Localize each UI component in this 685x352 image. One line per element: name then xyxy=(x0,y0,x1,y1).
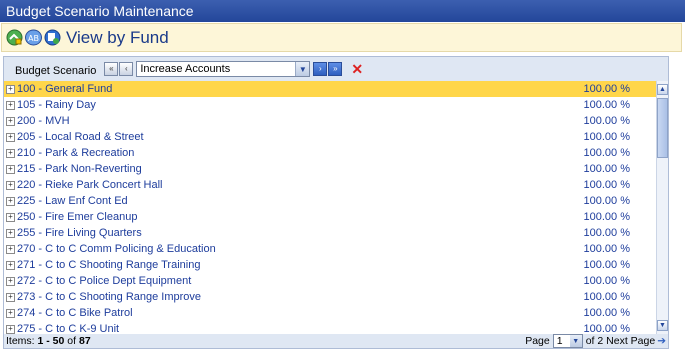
fund-percent: 100.00 % xyxy=(583,147,630,159)
view-title: View by Fund xyxy=(66,27,169,47)
view-fund-icon[interactable] xyxy=(44,29,61,46)
delete-icon[interactable]: ✕ xyxy=(351,62,363,76)
fund-percent: 100.00 % xyxy=(583,195,630,207)
fund-panel: Budget Scenario « ‹ Increase Accounts ▼ … xyxy=(3,56,669,349)
fund-percent: 100.00 % xyxy=(583,99,630,111)
grid-footer: Items: 1 - 50 of 87 Page 1 ▼ of 2 Next P… xyxy=(4,334,668,348)
scenario-select[interactable]: Increase Accounts ▼ xyxy=(136,61,311,77)
scenario-select-value: Increase Accounts xyxy=(140,63,231,75)
fund-percent: 100.00 % xyxy=(583,211,630,223)
spellcheck-icon[interactable]: AB xyxy=(25,29,42,46)
fund-name[interactable]: 220 - Rieke Park Concert Hall xyxy=(17,179,163,191)
expand-icon[interactable]: + xyxy=(6,324,15,334)
first-scenario-button[interactable]: « xyxy=(104,62,119,76)
fund-percent: 100.00 % xyxy=(583,115,630,127)
vertical-scrollbar[interactable]: ▲ ▼ xyxy=(656,81,668,334)
table-row[interactable]: +205 - Local Road & Street 100.00 % xyxy=(4,129,656,145)
expand-icon[interactable]: + xyxy=(6,116,15,126)
toolbar: AB View by Fund xyxy=(1,23,682,52)
expand-icon[interactable]: + xyxy=(6,308,15,318)
table-row[interactable]: +200 - MVH 100.00 % xyxy=(4,113,656,129)
expand-icon[interactable]: + xyxy=(6,196,15,206)
scroll-up-icon[interactable]: ▲ xyxy=(657,84,668,95)
fund-percent: 100.00 % xyxy=(583,163,630,175)
fund-name[interactable]: 250 - Fire Emer Cleanup xyxy=(17,211,137,223)
fund-grid: +100 - General Fund 100.00 % +105 - Rainy … xyxy=(4,81,668,334)
fund-percent: 100.00 % xyxy=(583,179,630,191)
chevron-down-icon[interactable]: ▼ xyxy=(569,335,582,347)
table-row[interactable]: +220 - Rieke Park Concert Hall 100.00 % xyxy=(4,177,656,193)
fund-name[interactable]: 272 - C to C Police Dept Equipment xyxy=(17,275,191,287)
table-row[interactable]: +273 - C to C Shooting Range Improve 100.… xyxy=(4,289,656,305)
table-row[interactable]: +215 - Park Non-Reverting 100.00 % xyxy=(4,161,656,177)
fund-name[interactable]: 100 - General Fund xyxy=(17,83,112,95)
fund-name[interactable]: 270 - C to C Comm Policing & Education xyxy=(17,243,216,255)
fund-name[interactable]: 273 - C to C Shooting Range Improve xyxy=(17,291,201,303)
next-scenario-button[interactable]: › xyxy=(313,62,328,76)
page-select[interactable]: 1 ▼ xyxy=(552,334,583,348)
fund-percent: 100.00 % xyxy=(583,291,630,303)
fund-percent: 100.00 % xyxy=(583,259,630,271)
expand-icon[interactable]: + xyxy=(6,132,15,142)
items-summary: Items: 1 - 50 of 87 xyxy=(6,335,91,347)
table-row[interactable]: +272 - C to C Police Dept Equipment 100.0… xyxy=(4,273,656,289)
table-row[interactable]: +105 - Rainy Day 100.00 % xyxy=(4,97,656,113)
scenario-bar: Budget Scenario « ‹ Increase Accounts ▼ … xyxy=(4,57,668,81)
chevron-down-icon[interactable]: ▼ xyxy=(295,62,310,76)
fund-percent: 100.00 % xyxy=(583,227,630,239)
expand-icon[interactable]: + xyxy=(6,260,15,270)
window-title: Budget Scenario Maintenance xyxy=(0,0,685,22)
scroll-down-icon[interactable]: ▼ xyxy=(657,320,668,331)
expand-icon[interactable]: + xyxy=(6,276,15,286)
fund-name[interactable]: 275 - C to C K-9 Unit xyxy=(17,323,119,334)
fund-name[interactable]: 200 - MVH xyxy=(17,115,70,127)
scenario-label: Budget Scenario xyxy=(15,65,97,77)
fund-percent: 100.00 % xyxy=(583,275,630,287)
edit-scenario-icon[interactable] xyxy=(6,29,23,46)
fund-percent: 100.00 % xyxy=(583,131,630,143)
fund-percent: 100.00 % xyxy=(583,323,630,334)
table-row[interactable]: +250 - Fire Emer Cleanup 100.00 % xyxy=(4,209,656,225)
fund-name[interactable]: 274 - C to C Bike Patrol xyxy=(17,307,133,319)
table-row[interactable]: +225 - Law Enf Cont Ed 100.00 % xyxy=(4,193,656,209)
table-row[interactable]: +275 - C to C K-9 Unit 100.00 % xyxy=(4,321,656,334)
table-row[interactable]: +274 - C to C Bike Patrol 100.00 % xyxy=(4,305,656,321)
expand-icon[interactable]: + xyxy=(6,148,15,158)
prev-scenario-button[interactable]: ‹ xyxy=(119,62,134,76)
fund-name[interactable]: 215 - Park Non-Reverting xyxy=(17,163,142,175)
table-row[interactable]: +255 - Fire Living Quarters 100.00 % xyxy=(4,225,656,241)
expand-icon[interactable]: + xyxy=(6,292,15,302)
fund-percent: 100.00 % xyxy=(583,83,630,95)
expand-icon[interactable]: + xyxy=(6,228,15,238)
expand-icon[interactable]: + xyxy=(6,100,15,110)
table-row[interactable]: +100 - General Fund 100.00 % xyxy=(4,81,656,97)
page-label: Page xyxy=(525,335,550,347)
expand-icon[interactable]: + xyxy=(6,180,15,190)
last-scenario-button[interactable]: » xyxy=(328,62,343,76)
table-row[interactable]: +271 - C to C Shooting Range Training 100… xyxy=(4,257,656,273)
page-count: of 2 xyxy=(585,335,604,347)
expand-icon[interactable]: + xyxy=(6,244,15,254)
fund-name[interactable]: 205 - Local Road & Street xyxy=(17,131,144,143)
fund-percent: 100.00 % xyxy=(583,243,630,255)
expand-icon[interactable]: + xyxy=(6,84,15,94)
arrow-right-icon[interactable]: ➔ xyxy=(657,335,666,347)
fund-name[interactable]: 105 - Rainy Day xyxy=(17,99,96,111)
page-select-value: 1 xyxy=(556,335,563,347)
fund-percent: 100.00 % xyxy=(583,307,630,319)
fund-name[interactable]: 255 - Fire Living Quarters xyxy=(17,227,142,239)
expand-icon[interactable]: + xyxy=(6,164,15,174)
fund-name[interactable]: 210 - Park & Recreation xyxy=(17,147,134,159)
expand-icon[interactable]: + xyxy=(6,212,15,222)
scroll-thumb[interactable] xyxy=(657,98,668,158)
table-row[interactable]: +210 - Park & Recreation 100.00 % xyxy=(4,145,656,161)
fund-name[interactable]: 225 - Law Enf Cont Ed xyxy=(17,195,128,207)
table-row[interactable]: +270 - C to C Comm Policing & Education 1… xyxy=(4,241,656,257)
next-page-link[interactable]: Next Page xyxy=(606,335,655,347)
svg-text:AB: AB xyxy=(28,34,39,43)
fund-name[interactable]: 271 - C to C Shooting Range Training xyxy=(17,259,200,271)
